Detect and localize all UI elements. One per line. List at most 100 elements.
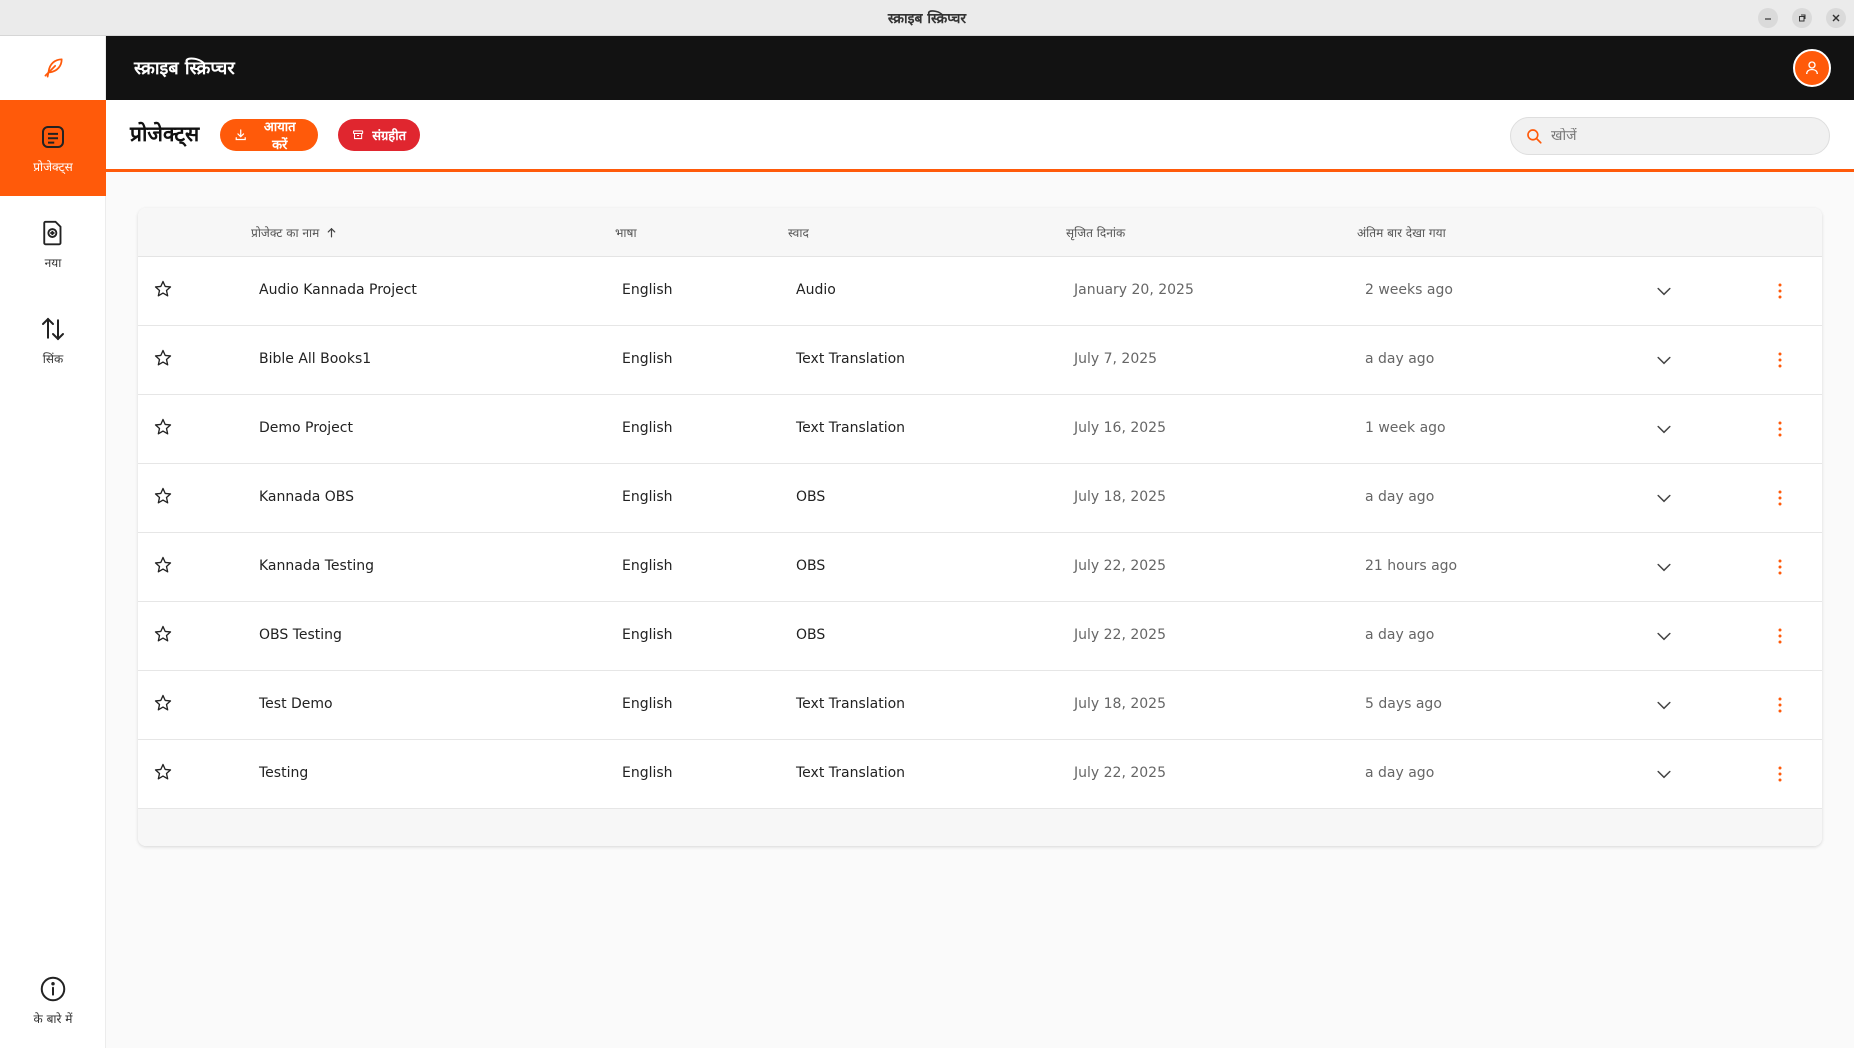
more-options-icon[interactable] bbox=[1772, 626, 1788, 646]
restore-button[interactable] bbox=[1792, 8, 1812, 28]
project-created-date: July 22, 2025 bbox=[1074, 765, 1166, 781]
sidebar-item-new[interactable]: नया bbox=[0, 196, 106, 292]
project-name[interactable]: Audio Kannada Project bbox=[259, 282, 417, 298]
table-row[interactable]: Audio Kannada Project English Audio January… bbox=[138, 257, 1822, 326]
archive-button[interactable]: संग्रहीत bbox=[338, 119, 420, 151]
more-options-icon[interactable] bbox=[1772, 419, 1788, 439]
project-name[interactable]: Kannada OBS bbox=[259, 489, 354, 505]
search-input[interactable] bbox=[1551, 128, 1811, 144]
project-last-viewed: a day ago bbox=[1365, 765, 1435, 781]
close-icon bbox=[1832, 14, 1840, 22]
project-language: English bbox=[622, 489, 673, 505]
project-flavor: Text Translation bbox=[796, 351, 906, 367]
project-last-viewed: 5 days ago bbox=[1365, 696, 1442, 712]
minimize-button[interactable] bbox=[1758, 8, 1778, 28]
archive-button-label: संग्रहीत bbox=[372, 128, 406, 143]
project-language: English bbox=[622, 558, 673, 574]
project-last-viewed: 1 week ago bbox=[1365, 420, 1446, 436]
table-row[interactable]: OBS Testing English OBS July 22, 2025 a day … bbox=[138, 602, 1822, 671]
column-header-last-viewed[interactable]: अंतिम बार देखा गया bbox=[1357, 224, 1446, 241]
app-header: स्क्राइब स्क्रिप्चर bbox=[106, 36, 1854, 100]
project-created-date: July 16, 2025 bbox=[1074, 420, 1166, 436]
more-options-icon[interactable] bbox=[1772, 764, 1788, 784]
project-flavor: Text Translation bbox=[796, 765, 906, 781]
table-row[interactable]: Kannada OBS English OBS July 18, 2025 a day … bbox=[138, 464, 1822, 533]
more-options-icon[interactable] bbox=[1772, 350, 1788, 370]
project-name[interactable]: Demo Project bbox=[259, 420, 353, 436]
close-button[interactable] bbox=[1826, 8, 1846, 28]
sidebar-item-label: प्रोजेक्ट्स bbox=[33, 159, 73, 174]
project-flavor: OBS bbox=[796, 489, 826, 505]
chevron-down-icon[interactable] bbox=[1654, 557, 1674, 577]
project-name[interactable]: Bible All Books1 bbox=[259, 351, 371, 367]
sidebar: प्रोजेक्ट्स नया सिंक के बारे में bbox=[0, 36, 106, 1048]
project-flavor: Audio bbox=[796, 282, 836, 298]
more-options-icon[interactable] bbox=[1772, 557, 1788, 577]
column-header-created[interactable]: सृजित दिनांक bbox=[1066, 224, 1125, 241]
column-header-language[interactable]: भाषा bbox=[615, 224, 637, 241]
chevron-down-icon[interactable] bbox=[1654, 695, 1674, 715]
project-name[interactable]: OBS Testing bbox=[259, 627, 342, 643]
star-icon[interactable] bbox=[153, 762, 173, 782]
project-language: English bbox=[622, 420, 673, 436]
project-language: English bbox=[622, 696, 673, 712]
column-header-flavor[interactable]: स्वाद bbox=[788, 224, 809, 241]
chevron-down-icon[interactable] bbox=[1654, 350, 1674, 370]
project-name[interactable]: Test Demo bbox=[259, 696, 333, 712]
chevron-down-icon[interactable] bbox=[1654, 764, 1674, 784]
download-icon bbox=[235, 129, 246, 141]
chevron-down-icon[interactable] bbox=[1654, 626, 1674, 646]
table-row[interactable]: Kannada Testing English OBS July 22, 2025 21… bbox=[138, 533, 1822, 602]
window-titlebar: स्क्राइब स्क्रिप्चर bbox=[0, 0, 1854, 36]
project-created-date: July 22, 2025 bbox=[1074, 558, 1166, 574]
project-created-date: July 18, 2025 bbox=[1074, 696, 1166, 712]
project-created-date: July 7, 2025 bbox=[1074, 351, 1158, 367]
project-last-viewed: a day ago bbox=[1365, 351, 1435, 367]
page-title: प्रोजेक्ट्स bbox=[130, 122, 200, 146]
project-flavor: Text Translation bbox=[796, 696, 906, 712]
project-flavor: OBS bbox=[796, 558, 826, 574]
sidebar-item-label: के बारे में bbox=[33, 1011, 73, 1026]
project-flavor: OBS bbox=[796, 627, 826, 643]
star-icon[interactable] bbox=[153, 693, 173, 713]
table-row[interactable]: Testing English Text Translation July 22, 2… bbox=[138, 740, 1822, 809]
star-icon[interactable] bbox=[153, 624, 173, 644]
more-options-icon[interactable] bbox=[1772, 695, 1788, 715]
project-name[interactable]: Testing bbox=[259, 765, 308, 781]
project-language: English bbox=[622, 765, 673, 781]
projects-table: प्रोजेक्ट का नाम भाषा स्वाद सृजित दिनांक… bbox=[138, 208, 1822, 846]
info-icon bbox=[40, 976, 66, 1001]
star-icon[interactable] bbox=[153, 279, 173, 299]
sidebar-item-sync[interactable]: सिंक bbox=[0, 292, 106, 388]
chevron-down-icon[interactable] bbox=[1654, 281, 1674, 301]
more-options-icon[interactable] bbox=[1772, 281, 1788, 301]
sidebar-item-about[interactable]: के बारे में bbox=[0, 952, 106, 1048]
project-created-date: July 22, 2025 bbox=[1074, 627, 1166, 643]
import-button[interactable]: आयात करें bbox=[220, 119, 318, 152]
project-language: English bbox=[622, 282, 673, 298]
project-last-viewed: 2 weeks ago bbox=[1365, 282, 1453, 298]
app-logo[interactable] bbox=[0, 36, 106, 100]
project-name[interactable]: Kannada Testing bbox=[259, 558, 374, 574]
sidebar-item-projects[interactable]: प्रोजेक्ट्स bbox=[0, 100, 106, 196]
star-icon[interactable] bbox=[153, 417, 173, 437]
column-header-name[interactable]: प्रोजेक्ट का नाम bbox=[251, 224, 338, 241]
import-button-label: आयात करें bbox=[263, 119, 296, 152]
more-options-icon[interactable] bbox=[1772, 488, 1788, 508]
user-avatar-button[interactable] bbox=[1793, 49, 1831, 87]
project-last-viewed: a day ago bbox=[1365, 489, 1435, 505]
project-last-viewed: 21 hours ago bbox=[1365, 558, 1458, 574]
star-icon[interactable] bbox=[153, 555, 173, 575]
chevron-down-icon[interactable] bbox=[1654, 419, 1674, 439]
projects-icon bbox=[42, 125, 64, 148]
window-title: स्क्राइब स्क्रिप्चर bbox=[887, 11, 967, 27]
table-row[interactable]: Test Demo English Text Translation July 18,… bbox=[138, 671, 1822, 740]
chevron-down-icon[interactable] bbox=[1654, 488, 1674, 508]
table-header: प्रोजेक्ट का नाम भाषा स्वाद सृजित दिनांक… bbox=[138, 208, 1822, 257]
minimize-icon bbox=[1765, 18, 1771, 20]
table-row[interactable]: Bible All Books1 English Text Translation J… bbox=[138, 326, 1822, 395]
table-row[interactable]: Demo Project English Text Translation July … bbox=[138, 395, 1822, 464]
sort-ascending-icon bbox=[327, 227, 336, 238]
star-icon[interactable] bbox=[153, 348, 173, 368]
star-icon[interactable] bbox=[153, 486, 173, 506]
